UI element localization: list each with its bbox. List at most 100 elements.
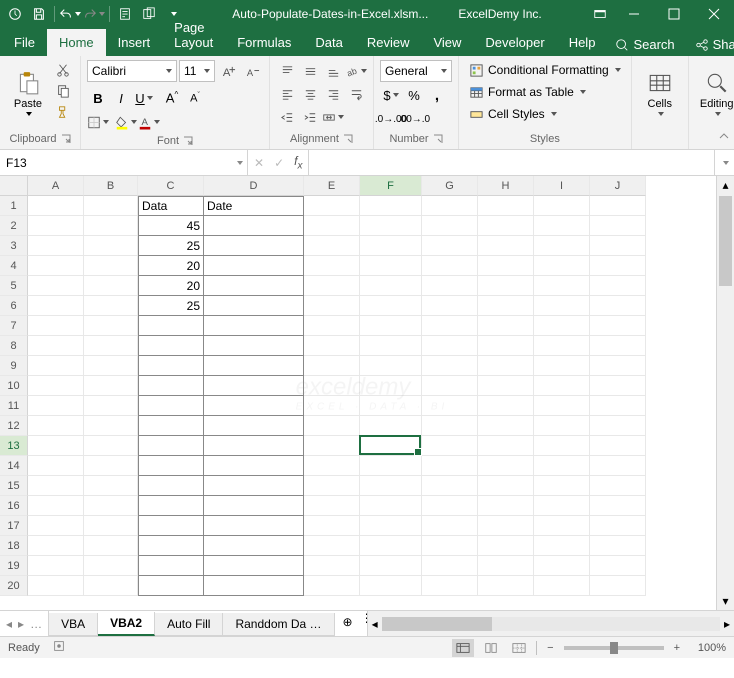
cell-E11[interactable] [304, 396, 360, 416]
cell-J4[interactable] [590, 256, 646, 276]
cell-C14[interactable] [138, 456, 204, 476]
percent-button[interactable]: % [403, 84, 425, 106]
cell-D20[interactable] [204, 576, 304, 596]
cell-J12[interactable] [590, 416, 646, 436]
cell-A7[interactable] [28, 316, 84, 336]
font-color-button[interactable]: A [138, 111, 160, 133]
cell-I2[interactable] [534, 216, 590, 236]
cell-E19[interactable] [304, 556, 360, 576]
row-header-16[interactable]: 16 [0, 496, 28, 516]
close-button[interactable] [694, 0, 734, 28]
row-header-15[interactable]: 15 [0, 476, 28, 496]
sheet-nav-next[interactable]: ▸ [18, 617, 24, 631]
cell-B9[interactable] [84, 356, 138, 376]
cell-B17[interactable] [84, 516, 138, 536]
cell-E2[interactable] [304, 216, 360, 236]
normal-view-button[interactable] [452, 639, 474, 657]
cell-H12[interactable] [478, 416, 534, 436]
increase-indent-button[interactable] [299, 106, 321, 128]
tab-pagelayout[interactable]: Page Layout [162, 14, 225, 56]
row-header-20[interactable]: 20 [0, 576, 28, 596]
cell-I14[interactable] [534, 456, 590, 476]
collapse-ribbon-button[interactable] [718, 130, 730, 145]
cell-A5[interactable] [28, 276, 84, 296]
cell-J7[interactable] [590, 316, 646, 336]
cell-J1[interactable] [590, 196, 646, 216]
cell-I3[interactable] [534, 236, 590, 256]
font-size-combo[interactable]: 11 [179, 60, 215, 82]
column-header-D[interactable]: D [204, 176, 304, 196]
cell-C12[interactable] [138, 416, 204, 436]
undo-button[interactable] [59, 3, 81, 25]
column-header-C[interactable]: C [138, 176, 204, 196]
sheet-tab-auto-fill[interactable]: Auto Fill [155, 613, 223, 636]
column-header-E[interactable]: E [304, 176, 360, 196]
cell-B11[interactable] [84, 396, 138, 416]
cell-B18[interactable] [84, 536, 138, 556]
cell-F12[interactable] [360, 416, 422, 436]
cell-D4[interactable] [204, 256, 304, 276]
tab-formulas[interactable]: Formulas [225, 29, 303, 56]
cell-J2[interactable] [590, 216, 646, 236]
column-header-B[interactable]: B [84, 176, 138, 196]
cell-D3[interactable] [204, 236, 304, 256]
zoom-level[interactable]: 100% [690, 642, 726, 654]
cell-C6[interactable]: 25 [138, 296, 204, 316]
save-button[interactable] [28, 3, 50, 25]
cell-G18[interactable] [422, 536, 478, 556]
grow-font-icon[interactable]: A^ [161, 87, 183, 109]
cell-B4[interactable] [84, 256, 138, 276]
cell-C10[interactable] [138, 376, 204, 396]
row-header-12[interactable]: 12 [0, 416, 28, 436]
cell-G12[interactable] [422, 416, 478, 436]
cell-G9[interactable] [422, 356, 478, 376]
cell-C3[interactable]: 25 [138, 236, 204, 256]
cell-B12[interactable] [84, 416, 138, 436]
cell-D10[interactable] [204, 376, 304, 396]
cell-C18[interactable] [138, 536, 204, 556]
cell-G19[interactable] [422, 556, 478, 576]
cell-G6[interactable] [422, 296, 478, 316]
search-button[interactable]: Search [607, 33, 682, 56]
cell-B7[interactable] [84, 316, 138, 336]
cell-F2[interactable] [360, 216, 422, 236]
align-center-button[interactable] [299, 83, 321, 105]
autosave-toggle[interactable] [4, 3, 26, 25]
cell-A8[interactable] [28, 336, 84, 356]
cell-F9[interactable] [360, 356, 422, 376]
cell-I6[interactable] [534, 296, 590, 316]
cell-G8[interactable] [422, 336, 478, 356]
cell-J13[interactable] [590, 436, 646, 456]
cell-I13[interactable] [534, 436, 590, 456]
align-middle-button[interactable] [299, 60, 321, 82]
cell-styles-button[interactable]: Cell Styles [465, 104, 561, 124]
align-left-button[interactable] [276, 83, 298, 105]
qat-btn-1[interactable] [114, 3, 136, 25]
cell-I1[interactable] [534, 196, 590, 216]
cell-F5[interactable] [360, 276, 422, 296]
cell-H4[interactable] [478, 256, 534, 276]
cell-C13[interactable] [138, 436, 204, 456]
sheet-nav-menu[interactable]: … [30, 617, 42, 631]
cell-E13[interactable] [304, 436, 360, 456]
cell-C8[interactable] [138, 336, 204, 356]
cell-C19[interactable] [138, 556, 204, 576]
cell-H7[interactable] [478, 316, 534, 336]
tab-data[interactable]: Data [303, 29, 354, 56]
row-header-5[interactable]: 5 [0, 276, 28, 296]
fill-color-button[interactable] [115, 111, 137, 133]
row-header-1[interactable]: 1 [0, 196, 28, 216]
cell-H20[interactable] [478, 576, 534, 596]
cell-D7[interactable] [204, 316, 304, 336]
cell-A4[interactable] [28, 256, 84, 276]
sheet-tab-randdom-da-…[interactable]: Randdom Da … [223, 613, 334, 636]
cell-I4[interactable] [534, 256, 590, 276]
cell-E12[interactable] [304, 416, 360, 436]
cell-C4[interactable]: 20 [138, 256, 204, 276]
cell-H15[interactable] [478, 476, 534, 496]
align-top-button[interactable] [276, 60, 298, 82]
bold-button[interactable]: B [87, 87, 109, 109]
row-header-11[interactable]: 11 [0, 396, 28, 416]
cells-button[interactable]: Cells [638, 60, 682, 126]
cell-B6[interactable] [84, 296, 138, 316]
